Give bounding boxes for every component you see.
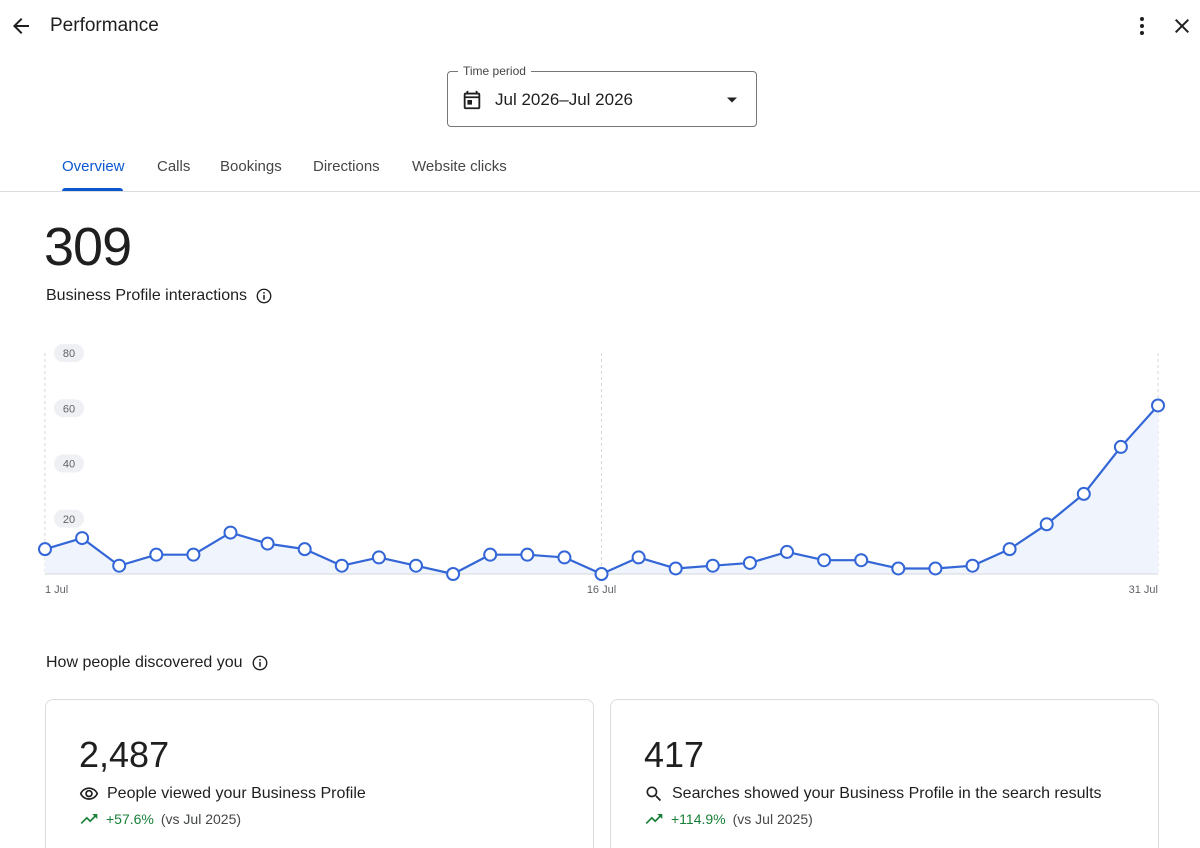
profile-views-change-row: +57.6% (vs Jul 2025) (79, 811, 241, 827)
search-appearances-number: 417 (644, 734, 705, 775)
data-point-24 (891, 561, 906, 576)
data-point-28 (1039, 517, 1054, 532)
y-tick-label-40: 40 (63, 459, 75, 471)
dropdown-arrow-icon (727, 97, 737, 103)
y-tick-label-80: 80 (63, 348, 75, 360)
data-point-14 (520, 547, 535, 562)
data-point-20 (742, 555, 757, 570)
data-point-10 (371, 550, 386, 565)
y-tick-label-60: 60 (63, 403, 75, 415)
interactions-label: Business Profile interactions (46, 287, 247, 304)
top-bar: Performance (0, 0, 1200, 52)
search-appearances-change: +114.9% (671, 811, 726, 827)
data-point-19 (705, 558, 720, 573)
data-point-5 (186, 547, 201, 562)
time-period-value: Jul 2026–Jul 2026 (495, 90, 634, 109)
close-button[interactable] (1166, 10, 1198, 42)
arrow-back-icon (13, 18, 29, 34)
data-point-12 (446, 567, 461, 581)
data-point-17 (631, 550, 646, 565)
data-point-29 (1076, 486, 1091, 501)
data-point-15 (557, 550, 572, 565)
profile-views-card[interactable]: 2,487 People viewed your Business Profil… (45, 699, 594, 848)
data-point-2 (75, 531, 90, 546)
more-options-button[interactable] (1126, 10, 1158, 42)
total-interactions: 309 (44, 217, 132, 277)
interactions-chart: 20 40 60 80 1 Jul 16 Jul 31 Jul (38, 344, 1165, 596)
more-vert-icon (1140, 17, 1144, 35)
profile-views-description-row: People viewed your Business Profile (79, 784, 366, 804)
data-point-18 (668, 561, 683, 576)
trending-up-icon (80, 814, 98, 824)
data-point-7 (260, 536, 275, 551)
info-icon-glyph (252, 655, 267, 671)
search-appearances-change-row: +114.9% (vs Jul 2025) (644, 811, 813, 827)
x-tick-label-1: 16 Jul (587, 584, 616, 596)
profile-views-number: 2,487 (79, 734, 170, 775)
interactions-label-row: Business Profile interactions (46, 287, 273, 305)
search-icon (646, 786, 662, 802)
data-point-31 (1151, 398, 1165, 413)
tab-overview[interactable]: Overview (62, 158, 125, 175)
search-appearances-description-row: Searches showed your Business Profile in… (644, 784, 1102, 804)
back-button[interactable] (5, 10, 37, 42)
data-point-21 (780, 544, 794, 559)
data-point-9 (334, 558, 349, 573)
info-icon[interactable] (255, 287, 273, 305)
tab-calls[interactable]: Calls (157, 158, 190, 175)
time-period-label: Time period (458, 64, 531, 78)
data-point-23 (854, 553, 869, 568)
y-tick-label-20: 20 (63, 514, 75, 526)
x-tick-label-2: 31 Jul (1129, 584, 1158, 596)
data-point-8 (297, 542, 312, 557)
trending-up-icon (645, 814, 663, 824)
data-point-26 (965, 558, 980, 573)
discovery-section-title-row: How people discovered you (46, 654, 269, 672)
profile-views-change: +57.6% (106, 811, 154, 827)
search-appearances-card[interactable]: 417 Searches showed your Business Profil… (610, 699, 1159, 848)
data-point-3 (112, 558, 127, 573)
eye-icon (79, 787, 99, 800)
calendar-icon (463, 90, 481, 110)
discovery-section-title: How people discovered you (46, 654, 243, 671)
tab-directions[interactable]: Directions (313, 158, 380, 175)
search-appearances-description: Searches showed your Business Profile in… (672, 785, 1102, 802)
close-icon (1175, 19, 1189, 33)
tab-website-clicks[interactable]: Website clicks (412, 158, 507, 175)
tab-bar: Overview Calls Bookings Directions Websi… (0, 144, 1200, 192)
x-tick-label-0: 1 Jul (45, 584, 68, 596)
profile-views-description: People viewed your Business Profile (107, 785, 366, 802)
data-point-27 (1002, 542, 1017, 557)
data-point-1 (38, 542, 52, 557)
page-title: Performance (50, 15, 159, 36)
data-point-22 (817, 553, 832, 568)
data-point-6 (223, 525, 238, 540)
discovery-info-icon[interactable] (251, 654, 269, 672)
tab-bookings[interactable]: Bookings (220, 158, 282, 175)
data-point-11 (409, 558, 423, 573)
chart-area-fill (45, 405, 1158, 574)
active-tab-indicator (62, 188, 123, 191)
profile-views-comparison: (vs Jul 2025) (160, 811, 242, 827)
data-point-13 (483, 547, 498, 562)
info-icon-glyph (256, 288, 272, 304)
data-point-4 (149, 547, 164, 562)
data-point-16 (594, 567, 609, 581)
data-point-30 (1113, 439, 1128, 454)
search-appearances-comparison: (vs Jul 2025) (732, 811, 813, 827)
time-period-select[interactable]: Time period Jul 2026–Jul 2026 (447, 64, 757, 127)
data-point-25 (928, 561, 943, 576)
